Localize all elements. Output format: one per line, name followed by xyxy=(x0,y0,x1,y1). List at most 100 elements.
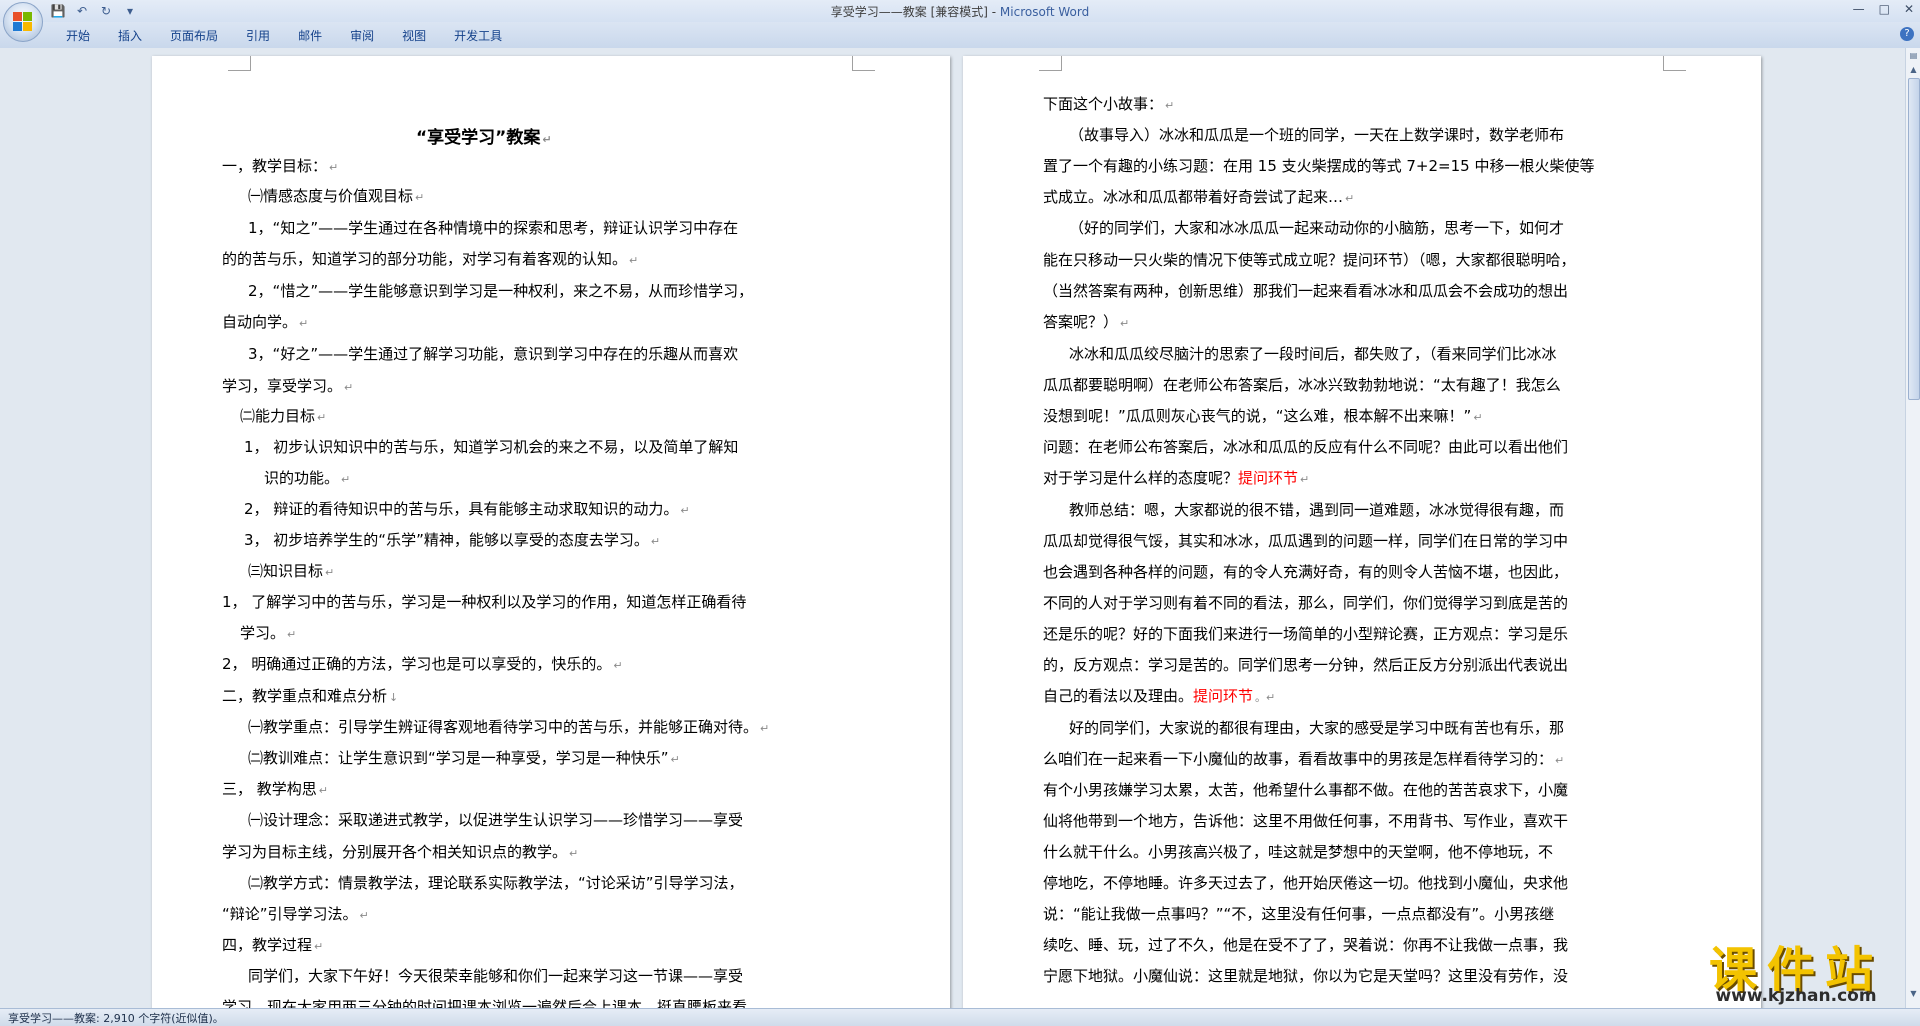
ribbon-tab[interactable]: 开发工具 xyxy=(440,28,516,44)
line-text: 冰冰和瓜瓜绞尽脑汁的思索了一段时间后，都失败了，（看来同学们比冰冰 xyxy=(1069,345,1557,363)
text-line[interactable]: ㈠教学重点：引导学生辨证得客观地看待学习中的苦与乐，并能够正确对待。 ↵ xyxy=(248,717,769,739)
text-line[interactable]: ㈢知识目标 ↵ xyxy=(248,561,334,583)
line-text: 式成立。冰冰和瓜瓜都带着好奇尝试了起来… xyxy=(1043,188,1344,206)
paragraph-mark-icon: ↵ xyxy=(359,909,369,922)
scrollbar-thumb[interactable] xyxy=(1908,78,1920,400)
text-line[interactable]: 学习，现在大家用两三分钟的时间把课本浏览一遍然后合上课本，挺直腰板来看 xyxy=(222,997,747,1008)
ribbon-tab[interactable]: 插入 xyxy=(104,28,156,44)
text-line[interactable]: 3，“好之”——学生通过了解学习功能，意识到学习中存在的乐趣从而喜欢 xyxy=(248,344,738,364)
word-count-status[interactable]: 享受学习——教案: 2,910 个字符(近似值)。 xyxy=(8,1010,224,1026)
text-line[interactable]: 教师总结：嗯，大家都说的很不错，遇到同一道难题，冰冰觉得很有趣，而 xyxy=(1069,500,1564,520)
text-line[interactable]: 么咱们在一起来看一下小魔仙的故事，看看故事中的男孩是怎样看待学习的： ↵ xyxy=(1043,749,1564,771)
document-title-line[interactable]: “享受学习”教案 ↵ xyxy=(416,128,552,150)
line-text: 能在只移动一只火柴的情况下使等式成立呢？提问环节）（嗯，大家都很聪明哈， xyxy=(1043,251,1576,269)
paragraph-mark-icon: ↵ xyxy=(569,847,579,860)
line-text: 1， 了解学习中的苦与乐，学习是一种权利以及学习的作用，知道怎样正确看待 xyxy=(222,593,747,611)
text-line[interactable]: 瓜瓜都要聪明啊）在老师公布答案后，冰冰兴致勃勃地说：“太有趣了！我怎么 xyxy=(1043,375,1561,395)
line-text: 续吃、睡、玩，过了不久，他是在受不了了，哭着说：你再不让我做一点事，我 xyxy=(1043,936,1569,954)
text-line[interactable]: 还是乐的呢？好的下面我们来进行一场简单的小型辩论赛，正方观点：学习是乐 xyxy=(1043,624,1568,644)
ribbon: 开始 插入 页面布局 引用 邮件 审阅 视图 开发工具 ? xyxy=(0,22,1920,49)
text-line[interactable]: 宁愿下地狱。小魔仙说：这里就是地狱，你以为它是天堂吗？这里没有劳作，没 xyxy=(1043,966,1568,986)
vertical-scrollbar[interactable]: ▤ ▲ ▼ xyxy=(1905,48,1920,1008)
line-text: （当然答案有两种，创新思维）那我们一起来看看冰冰和瓜瓜会不会成功的想出 xyxy=(1043,282,1569,300)
text-line[interactable]: 2， 明确通过正确的方法，学习也是可以享受的，快乐的。 ↵ xyxy=(222,654,623,676)
text-line[interactable]: 说：“能让我做一点事吗？”“不，这里没有任何事，一点点都没有”。小男孩继 xyxy=(1043,904,1554,924)
text-line[interactable]: 对于学习是什么样的态度呢？提问环节 ↵ xyxy=(1043,468,1309,490)
text-line[interactable]: 续吃、睡、玩，过了不久，他是在受不了了，哭着说：你再不让我做一点事，我 xyxy=(1043,935,1568,955)
help-icon[interactable]: ? xyxy=(1900,27,1914,41)
text-line[interactable]: 停地吃，不停地睡。许多天过去了，他开始厌倦这一切。他找到小魔仙，央求他 xyxy=(1043,873,1568,893)
text-line[interactable]: ㈡能力目标 ↵ xyxy=(240,406,326,428)
text-line[interactable]: 没想到呢！”瓜瓜则灰心丧气的说，“这么难，根本解不出来嘛！” ↵ xyxy=(1043,406,1483,428)
scroll-up-icon[interactable]: ▲ xyxy=(1908,64,1919,75)
ribbon-tab[interactable]: 审阅 xyxy=(336,28,388,44)
text-line[interactable]: 1，“知之”——学生通过在各种情境中的探索和思考，辩证认识学习中存在 xyxy=(248,218,738,238)
text-line[interactable]: 1， 了解学习中的苦与乐，学习是一种权利以及学习的作用，知道怎样正确看待 xyxy=(222,592,746,612)
text-line[interactable]: 学习。 ↵ xyxy=(240,623,296,645)
text-line[interactable]: （故事导入）冰冰和瓜瓜是一个班的同学，一天在上数学课时，数学老师布 xyxy=(1069,125,1564,145)
text-line[interactable]: 三， 教学构思 ↵ xyxy=(222,779,328,801)
document-page-2[interactable]: 下面这个小故事： ↵ （故事导入）冰冰和瓜瓜是一个班的同学，一天在上数学课时，数学老… xyxy=(963,56,1761,1008)
window-title: 享受学习——教案 [兼容模式] - Microsoft Word xyxy=(0,3,1920,20)
text-line[interactable]: 1， 初步认识知识中的苦与乐，知道学习机会的来之不易，以及简单了解知 xyxy=(244,437,738,457)
document-workspace[interactable]: “享受学习”教案 ↵ 一，教学目标： ↵ ㈠情感态度与价值观目标 ↵ 1，“知之”——学生通… xyxy=(0,48,1905,1008)
text-line[interactable]: 的，反方观点：学习是苦的。同学们思考一分钟，然后正反方分别派出代表说出 xyxy=(1043,655,1568,675)
office-logo-icon xyxy=(13,12,33,32)
document-page-1[interactable]: “享受学习”教案 ↵ 一，教学目标： ↵ ㈠情感态度与价值观目标 ↵ 1，“知之”——学生通… xyxy=(152,56,950,1008)
maximize-button[interactable]: □ xyxy=(1879,2,1890,16)
text-line[interactable]: 问题：在老师公布答案后，冰冰和瓜瓜的反应有什么不同呢？由此可以看出他们 xyxy=(1043,437,1568,457)
text-line[interactable]: 冰冰和瓜瓜绞尽脑汁的思索了一段时间后，都失败了，（看来同学们比冰冰 xyxy=(1069,344,1557,364)
text-line[interactable]: 一，教学目标： ↵ xyxy=(222,156,338,178)
text-line[interactable]: ㈠情感态度与价值观目标 ↵ xyxy=(248,186,424,208)
text-line[interactable]: 下面这个小故事： ↵ xyxy=(1043,94,1174,116)
line-text: 还是乐的呢？好的下面我们来进行一场简单的小型辩论赛，正方观点：学习是乐 xyxy=(1043,625,1569,643)
text-line[interactable]: 学习，享受学习。 ↵ xyxy=(222,376,353,398)
line-text: 一，教学目标： xyxy=(222,157,328,175)
text-line[interactable]: （好的同学们，大家和冰冰瓜瓜一起来动动你的小脑筋，思考一下，如何才 xyxy=(1069,218,1564,238)
minimize-button[interactable]: — xyxy=(1853,2,1865,16)
ribbon-tab[interactable]: 页面布局 xyxy=(156,28,232,44)
ruler-toggle-icon[interactable]: ▤ xyxy=(1908,50,1919,61)
highlighted-text: 提问环节 xyxy=(1193,687,1254,705)
text-line[interactable]: 好的同学们，大家说的都很有理由，大家的感受是学习中既有苦也有乐，那 xyxy=(1069,718,1564,738)
ribbon-tab[interactable]: 开始 xyxy=(52,28,104,44)
text-line[interactable]: 自己的看法以及理由。提问环节 。↵ xyxy=(1043,686,1275,708)
close-button[interactable]: ✕ xyxy=(1904,2,1914,16)
text-line[interactable]: 学习为目标主线，分别展开各个相关知识点的教学。 ↵ xyxy=(222,842,578,864)
text-line[interactable]: 也会遇到各种各样的问题，有的令人充满好奇，有的则令人苦恼不堪，也因此， xyxy=(1043,562,1568,582)
ribbon-tab[interactable]: 引用 xyxy=(232,28,284,44)
text-line[interactable]: 能在只移动一只火柴的情况下使等式成立呢？提问环节）（嗯，大家都很聪明哈， xyxy=(1043,250,1576,270)
text-line[interactable]: 有个小男孩嫌学习太累，太苦，他希望什么事都不做。在他的苦苦哀求下，小魔 xyxy=(1043,780,1568,800)
text-line[interactable]: 什么就干什么。小男孩高兴极了，哇这就是梦想中的天堂啊，他不停地玩，不 xyxy=(1043,842,1553,862)
line-text: 1， 初步认识知识中的苦与乐，知道学习机会的来之不易，以及简单了解知 xyxy=(244,438,739,456)
line-text: 停地吃，不停地睡。许多天过去了，他开始厌倦这一切。他找到小魔仙，央求他 xyxy=(1043,874,1569,892)
text-line[interactable]: 仙将他带到一个地方，告诉他：这里不用做任何事，不用背书、写作业，喜欢干 xyxy=(1043,811,1568,831)
text-line[interactable]: 2， 辩证的看待知识中的苦与乐，具有能够主动求取知识的动力。 ↵ xyxy=(244,499,690,521)
text-line[interactable]: 的的苦与乐，知道学习的部分功能，对学习有着客观的认知。 ↵ xyxy=(222,249,638,271)
text-line[interactable]: ㈡教训难点：让学生意识到“学习是一种享受，学习是一种快乐” ↵ xyxy=(248,748,680,770)
paragraph-mark-icon: ↵ xyxy=(318,784,328,797)
text-line[interactable]: 2，“惜之”——学生能够意识到学习是一种权利，来之不易，从而珍惜学习， xyxy=(248,281,753,301)
text-line[interactable]: “辩论”引导学习法。 ↵ xyxy=(222,904,369,926)
line-text: 答案呢？） xyxy=(1043,313,1119,331)
office-button[interactable] xyxy=(3,2,43,42)
ribbon-tab[interactable]: 视图 xyxy=(388,28,440,44)
text-line[interactable]: 二，教学重点和难点分析 ↓ xyxy=(222,686,398,708)
text-line[interactable]: ㈡教学方式：情景教学法，理论联系实际教学法，“讨论采访”引导学习法， xyxy=(248,873,744,893)
text-line[interactable]: 置了一个有趣的小练习题：在用 15 支火柴摆成的等式 7+2=15 中移一根火柴… xyxy=(1043,156,1594,176)
text-line[interactable]: ㈠设计理念：采取递进式教学，以促进学生认识学习——珍惜学习——享受 xyxy=(248,810,743,830)
line-text: ㈠情感态度与价值观目标 xyxy=(248,187,414,205)
text-line[interactable]: 自动向学。 ↵ xyxy=(222,312,308,334)
text-line[interactable]: （当然答案有两种，创新思维）那我们一起来看看冰冰和瓜瓜会不会成功的想出 xyxy=(1043,281,1568,301)
text-line[interactable]: 同学们，大家下午好！今天很荣幸能够和你们一起来学习这一节课——享受 xyxy=(248,966,743,986)
text-line[interactable]: 不同的人对于学习则有着不同的看法，那么，同学们，你们觉得学习到底是苦的 xyxy=(1043,593,1568,613)
text-line[interactable]: 四，教学过程 ↵ xyxy=(222,935,323,957)
line-text: ㈠设计理念：采取递进式教学，以促进学生认识学习——珍惜学习——享受 xyxy=(248,811,744,829)
text-line[interactable]: 瓜瓜却觉得很气馁，其实和冰冰，瓜瓜遇到的问题一样，同学们在日常的学习中 xyxy=(1043,531,1568,551)
text-line[interactable]: 识的功能。 ↵ xyxy=(264,468,350,490)
ribbon-tab[interactable]: 邮件 xyxy=(284,28,336,44)
document-title: 享受学习——教案 [兼容模式] - xyxy=(830,5,1000,19)
text-line[interactable]: 3， 初步培养学生的“乐学”精神，能够以享受的态度去学习。 ↵ xyxy=(244,530,660,552)
text-line[interactable]: 式成立。冰冰和瓜瓜都带着好奇尝试了起来… ↵ xyxy=(1043,187,1354,209)
text-line[interactable]: 答案呢？） ↵ xyxy=(1043,312,1129,334)
